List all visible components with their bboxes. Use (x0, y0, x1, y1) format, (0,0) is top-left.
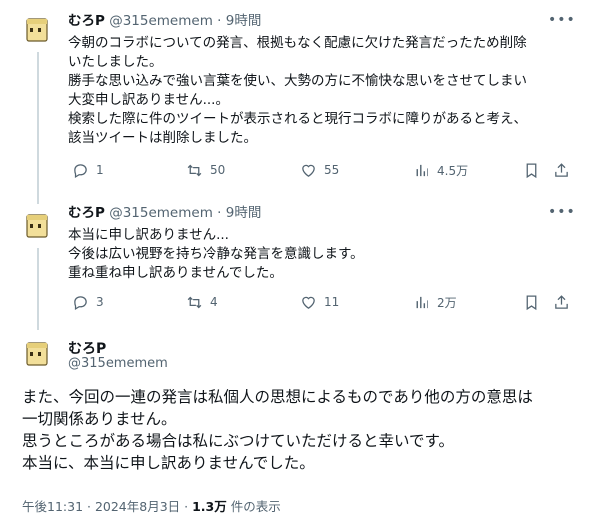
tweet-text-line: 該当ツイートは削除しました。 (68, 130, 257, 146)
retweet-icon (187, 164, 202, 176)
author-handle[interactable]: @315ememem (109, 13, 213, 29)
views-icon (416, 296, 428, 308)
views-total: 1.3万 (192, 499, 227, 514)
retweet-count: 50 (210, 163, 226, 177)
author-handle[interactable]: @315ememem (109, 205, 213, 221)
tweet-actions: 1 50 55 4.5万 (68, 160, 578, 180)
reply-icon (74, 295, 87, 310)
avatar[interactable] (18, 206, 56, 244)
tweet-meta: 午後11:31 · 2024年8月3日 · 1.3万 件の表示 (22, 496, 281, 515)
share-button[interactable] (553, 292, 570, 312)
tweet-text-line: 検索した際に件のツイートが表示されると現行コラボに障りがあると考え、 (68, 111, 527, 127)
tweet-text-line: いたしました。 (68, 54, 163, 70)
reply-button[interactable]: 1 (72, 160, 104, 180)
like-button[interactable]: 11 (300, 292, 339, 312)
views-count: 2万 (437, 295, 457, 310)
tweet-time[interactable]: 9時間 (226, 205, 262, 221)
tweet-text-line: 本当に申し訳ありません... (68, 227, 229, 243)
views-icon (416, 164, 428, 176)
tweet-timestamp[interactable]: 午後11:31 · 2024年8月3日 · (22, 499, 192, 514)
tweet-text: 本当に申し訳ありません... 今後は広い視野を持ち冷静な発言を意識します。 重ね… (68, 226, 568, 283)
more-icon[interactable]: ••• (548, 12, 575, 30)
views-button[interactable]: 2万 (413, 292, 457, 312)
author-name[interactable]: むろP (68, 13, 105, 29)
retweet-button[interactable]: 50 (186, 160, 225, 180)
tweet-text-line: 今後は広い視野を持ち冷静な発言を意識します。 (68, 246, 364, 262)
views-label: 件の表示 (226, 499, 281, 514)
tweet-text-line: 今朝のコラボについての発言、根拠もなく配慮に欠けた発言だったため削除 (68, 35, 527, 51)
tweet-text-line: また、今回の一連の発言は私個人の思想によるものであり他の方の意思は (22, 388, 533, 406)
author-name[interactable]: むろP (68, 338, 106, 358)
tweet-text: また、今回の一連の発言は私個人の思想によるものであり他の方の意思は 一切関係あり… (22, 386, 582, 474)
retweet-button[interactable]: 4 (186, 292, 218, 312)
like-icon (302, 296, 315, 309)
separator-dot: · (217, 205, 222, 221)
like-count: 11 (324, 295, 340, 309)
avatar-image (18, 10, 56, 48)
tweet-time[interactable]: 9時間 (226, 13, 262, 29)
author-handle[interactable]: @315ememem (68, 356, 168, 371)
tweet-text-line: 一切関係ありません。 (22, 410, 177, 428)
share-icon (555, 162, 568, 177)
reply-icon (74, 163, 87, 178)
bookmark-icon (526, 294, 537, 310)
separator-dot: · (217, 13, 222, 29)
reply-count: 3 (96, 295, 104, 309)
more-icon[interactable]: ••• (548, 204, 575, 222)
reply-button[interactable]: 3 (72, 292, 104, 312)
tweet-text-line: 勝手な思い込みで強い言葉を使い、大勢の方に不愉快な思いをさせてしまい (68, 73, 527, 89)
tweet-text: 今朝のコラボについての発言、根拠もなく配慮に欠けた発言だったため削除 いたしまし… (68, 34, 568, 148)
tweet-header: むろP @315ememem · 9時間 (68, 12, 261, 30)
tweet-text-line: 重ね重ね申し訳ありませんでした。 (68, 265, 283, 281)
thread-tweet[interactable]: むろP @315ememem · 9時間 ••• 本当に申し訳ありません... … (0, 196, 600, 324)
avatar-image (18, 206, 56, 244)
share-button[interactable] (553, 160, 570, 180)
tweet-text-line: 本当に、本当に申し訳ありませんでした。 (22, 454, 315, 472)
tweet-text-line: 大変申し訳ありません...。 (68, 92, 229, 108)
share-icon (555, 294, 568, 309)
tweet-actions: 3 4 11 2万 (68, 292, 578, 312)
tweet-text-line: 思うところがある場合は私にぶつけていただけると幸いです。 (22, 432, 454, 450)
bookmark-button[interactable] (523, 160, 540, 180)
like-icon (302, 164, 315, 177)
author-name[interactable]: むろP (68, 205, 105, 221)
avatar[interactable] (18, 10, 56, 48)
tweet-header: むろP @315ememem · 9時間 (68, 204, 261, 222)
views-count: 4.5万 (437, 163, 469, 178)
views-button[interactable]: 4.5万 (413, 160, 468, 180)
reply-count: 1 (96, 163, 104, 177)
avatar-image (18, 334, 56, 372)
like-count: 55 (324, 163, 340, 177)
bookmark-button[interactable] (523, 292, 540, 312)
like-button[interactable]: 55 (300, 160, 339, 180)
thread-tweet[interactable]: むろP @315ememem · 9時間 ••• 今朝のコラボについての発言、根… (0, 0, 600, 196)
bookmark-icon (526, 162, 537, 178)
retweet-count: 4 (210, 295, 218, 309)
retweet-icon (187, 296, 202, 308)
avatar[interactable] (18, 334, 56, 372)
